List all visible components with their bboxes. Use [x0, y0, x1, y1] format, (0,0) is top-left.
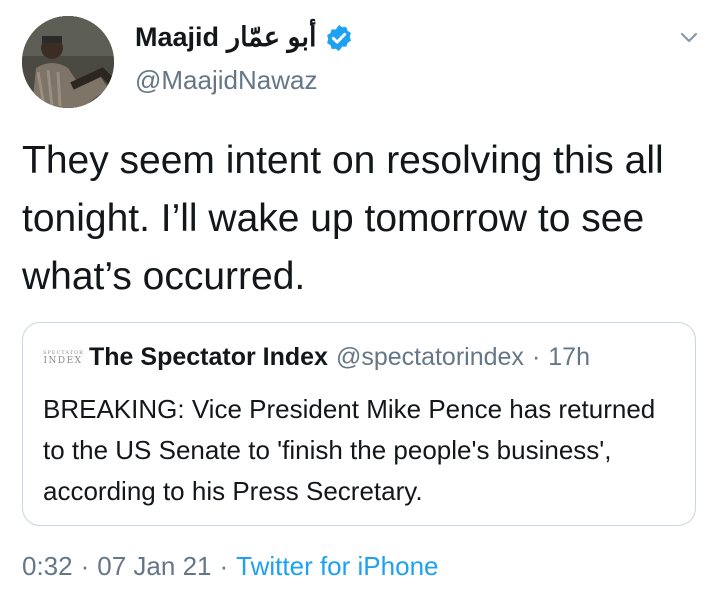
- meta-separator: ·: [80, 551, 90, 581]
- avatar[interactable]: [22, 16, 114, 108]
- chevron-down-icon[interactable]: [677, 25, 701, 49]
- tweet-meta: 0:32 · 07 Jan 21 · Twitter for iPhone: [22, 551, 438, 582]
- author-name-row[interactable]: Maajid أبو عمّار: [135, 22, 354, 53]
- author-name[interactable]: Maajid: [135, 22, 219, 53]
- tweet-text: They seem intent on resolving this all t…: [22, 139, 664, 298]
- tweet-time[interactable]: 0:32: [22, 551, 73, 582]
- quoted-tweet-header: The Spectator Index @spectatorindex · 17…: [89, 343, 590, 372]
- tweet-date[interactable]: 07 Jan 21: [97, 551, 211, 582]
- quoted-author-name: The Spectator Index: [89, 343, 328, 371]
- author-handle[interactable]: @MaajidNawaz: [135, 65, 317, 96]
- tweet-source-link[interactable]: Twitter for iPhone: [236, 551, 438, 582]
- avatar-photo: [22, 16, 114, 108]
- quoted-author-handle: @spectatorindex: [335, 343, 524, 371]
- meta-separator: ·: [219, 551, 229, 581]
- quoted-tweet[interactable]: SPECTATOR INDEX The Spectator Index @spe…: [22, 322, 696, 526]
- logo-line-2: INDEX: [43, 356, 83, 366]
- quoted-timestamp: 17h: [548, 343, 590, 371]
- verified-badge-icon: [327, 24, 352, 51]
- quoted-tweet-text: BREAKING: Vice President Mike Pence has …: [43, 394, 656, 506]
- quoted-separator: ·: [531, 343, 541, 371]
- author-arabic-name[interactable]: أبو عمّار: [227, 22, 316, 53]
- spectator-index-logo: SPECTATOR INDEX: [43, 351, 83, 369]
